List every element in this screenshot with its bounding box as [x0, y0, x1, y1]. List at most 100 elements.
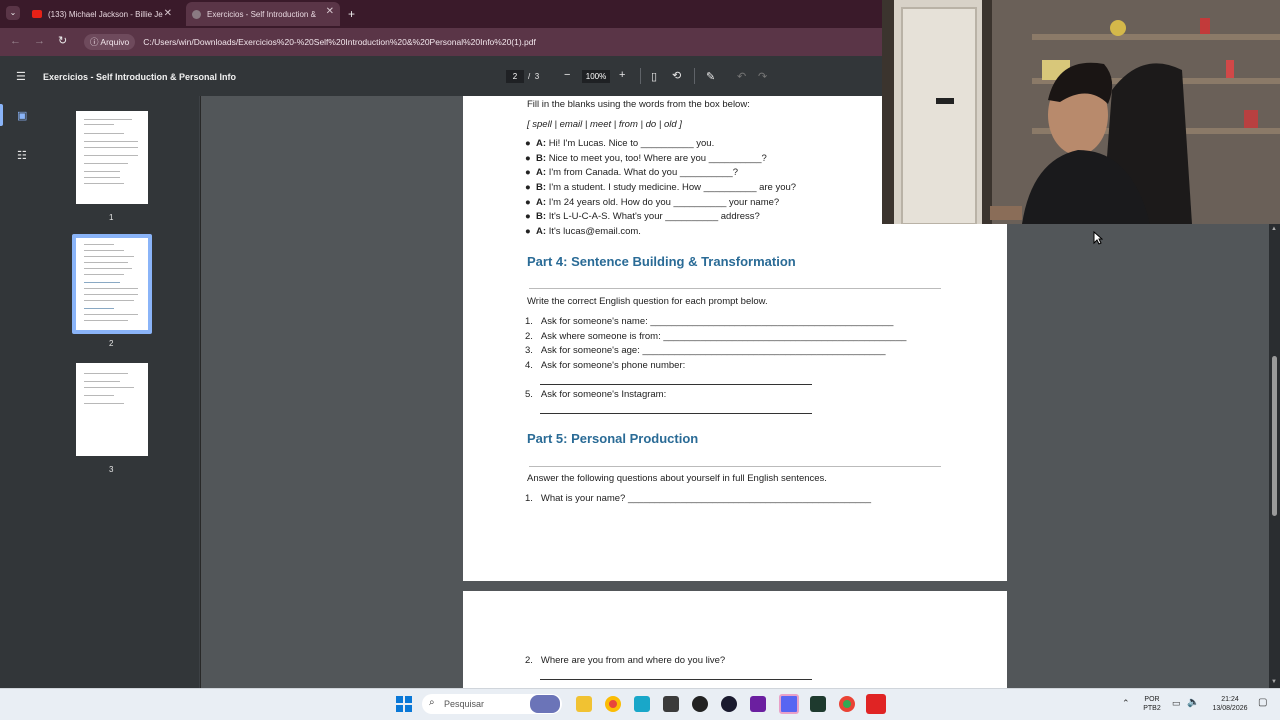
tab-pdf[interactable]: Exercicios - Self Introduction & ✕	[186, 2, 340, 26]
scroll-down-arrow-icon[interactable]: ▼	[1271, 679, 1277, 685]
question-item: 3. Ask for someone's age: ______________…	[525, 345, 886, 356]
scrollbar-thumb[interactable]	[1272, 356, 1277, 516]
toolbar-divider	[694, 68, 695, 84]
keyboard-layout: PTB2	[1143, 705, 1161, 712]
dialogue-line: ● A: It's lucas@email.com.	[525, 226, 641, 238]
question-item: 4. Ask for someone's phone number:	[525, 360, 686, 371]
clock-date: 13/08/2026	[1212, 705, 1248, 712]
chrome-icon[interactable]	[605, 696, 621, 712]
app-icon[interactable]	[634, 696, 650, 712]
fit-page-icon[interactable]: ▯	[651, 70, 657, 83]
dialogue-line: ● B: I'm a student. I study medicine. Ho…	[525, 182, 797, 194]
app-icon[interactable]	[750, 696, 766, 712]
page-thumbnail-3[interactable]	[76, 363, 148, 456]
tab-search-button[interactable]: ⌄	[6, 6, 20, 20]
file-chip-label: Arquivo	[100, 37, 130, 47]
outline-view-icon[interactable]: ☷	[17, 149, 27, 162]
search-highlight-icon	[530, 695, 560, 713]
toolbar-divider	[640, 68, 641, 84]
search-placeholder: Pesquisar	[444, 699, 485, 709]
part5-instructions: Answer the following questions about you…	[527, 473, 827, 484]
section-divider	[529, 288, 941, 289]
taskbar-search[interactable]: ⌕ Pesquisar	[422, 694, 562, 714]
tab-youtube[interactable]: (133) Michael Jackson - Billie Je ✕	[26, 4, 178, 24]
clock[interactable]: 21:24 13/08/2026	[1206, 695, 1254, 713]
page-total: / 3	[528, 72, 539, 81]
question-item: 1. Ask for someone's name: _____________…	[525, 316, 894, 327]
url-field[interactable]: ⓘ Arquivo C:/Users/win/Downloads/Exercic…	[84, 33, 884, 51]
sidebar-active-indicator	[0, 104, 3, 126]
network-icon[interactable]: ▭	[1172, 698, 1181, 709]
question-item: 1. What is your name? __________________…	[525, 493, 872, 504]
scroll-up-arrow-icon[interactable]: ▲	[1271, 226, 1277, 232]
page-thumbnail-2[interactable]	[76, 238, 148, 330]
forward-icon[interactable]: →	[34, 35, 45, 47]
back-icon[interactable]: ←	[10, 35, 21, 47]
undo-icon[interactable]: ↶	[737, 70, 746, 83]
question-item: 2. Where are you from and where do you l…	[525, 655, 726, 666]
part4-heading: Part 4: Sentence Building & Transformati…	[527, 254, 796, 269]
app-icon[interactable]	[663, 696, 679, 712]
exercise-instructions: Fill in the blanks using the words from …	[527, 99, 750, 110]
windows-start-icon[interactable]	[396, 696, 412, 712]
annotate-icon[interactable]: ✎	[706, 70, 715, 83]
terminal-icon[interactable]	[810, 696, 826, 712]
tab-label: Exercicios - Self Introduction &	[207, 9, 316, 19]
question-item: 5. Ask for someone's Instagram:	[525, 389, 667, 400]
pdf-page-3: 2. Where are you from and where do you l…	[463, 591, 1007, 691]
webcam-overlay	[882, 0, 1280, 224]
total-pages: 3	[534, 72, 540, 81]
language-code: POR	[1144, 696, 1160, 703]
search-icon: ⌕	[429, 697, 435, 708]
thumbnails-view-icon[interactable]: ▣	[17, 109, 27, 122]
file-chip[interactable]: ⓘ Arquivo	[84, 34, 136, 50]
answer-line	[540, 679, 812, 680]
dialogue-line: ● A: Hi! I'm Lucas. Nice to __________ y…	[525, 138, 715, 149]
dialogue-list: ● A: Hi! I'm Lucas. Nice to __________ y…	[525, 138, 796, 241]
menu-icon[interactable]: ☰	[16, 70, 26, 83]
section-divider	[529, 466, 941, 467]
language-indicator[interactable]: POR PTB2	[1140, 695, 1164, 713]
chrome-icon[interactable]	[839, 696, 855, 712]
file-explorer-icon[interactable]	[576, 696, 592, 712]
mouse-cursor-icon	[1093, 230, 1104, 250]
app-icon[interactable]	[692, 696, 708, 712]
info-icon: ⓘ	[90, 37, 101, 47]
dialogue-line: ● B: It's L-U-C-A-S. What's your _______…	[525, 211, 760, 223]
close-tab-icon[interactable]: ✕	[164, 8, 172, 19]
notifications-icon[interactable]: ▢	[1258, 697, 1267, 708]
webcam-feed-image	[882, 0, 1280, 224]
new-tab-button[interactable]: +	[348, 7, 355, 21]
zoom-in-icon[interactable]: +	[619, 69, 625, 81]
part5-heading: Part 5: Personal Production	[527, 431, 699, 446]
dialogue-line: ● A: I'm 24 years old. How do you ______…	[525, 196, 780, 208]
part4-instructions: Write the correct English question for e…	[527, 296, 768, 307]
word-box: [ spell | email | meet | from | do | old…	[527, 119, 682, 130]
answer-line	[540, 384, 812, 385]
dialogue-line: ● B: Nice to meet you, too! Where are yo…	[525, 152, 767, 164]
document-title: Exercicios - Self Introduction & Persona…	[43, 72, 237, 82]
thumbnail-label: 2	[109, 339, 114, 348]
close-tab-icon[interactable]: ✕	[326, 6, 334, 17]
reload-icon[interactable]: ↻	[58, 34, 67, 47]
dialogue-line: ● A: I'm from Canada. What do you ______…	[525, 167, 738, 179]
thumbnail-label: 3	[109, 465, 114, 474]
app-icon[interactable]	[721, 696, 737, 712]
tray-chevron-icon[interactable]: ⌃	[1122, 698, 1130, 709]
page-thumbnail-1[interactable]	[76, 111, 148, 204]
app-icon[interactable]	[866, 694, 886, 714]
page-separator: /	[528, 72, 531, 81]
discord-icon[interactable]	[779, 694, 799, 714]
thumbnail-label: 1	[109, 213, 114, 222]
tab-label: (133) Michael Jackson - Billie Je	[48, 9, 163, 19]
redo-icon[interactable]: ↷	[758, 70, 767, 83]
volume-icon[interactable]: 🔈	[1187, 697, 1199, 708]
zoom-input[interactable]: 100%	[582, 70, 610, 83]
zoom-out-icon[interactable]: −	[564, 69, 570, 81]
question-item: 2. Ask where someone is from: __________…	[525, 331, 907, 342]
url-text: C:/Users/win/Downloads/Exercicios%20-%20…	[143, 37, 536, 47]
globe-icon	[192, 9, 201, 19]
clock-time: 21:24	[1221, 696, 1239, 703]
page-number-input[interactable]: 2	[506, 70, 524, 83]
rotate-icon[interactable]: ⟲	[672, 69, 681, 82]
